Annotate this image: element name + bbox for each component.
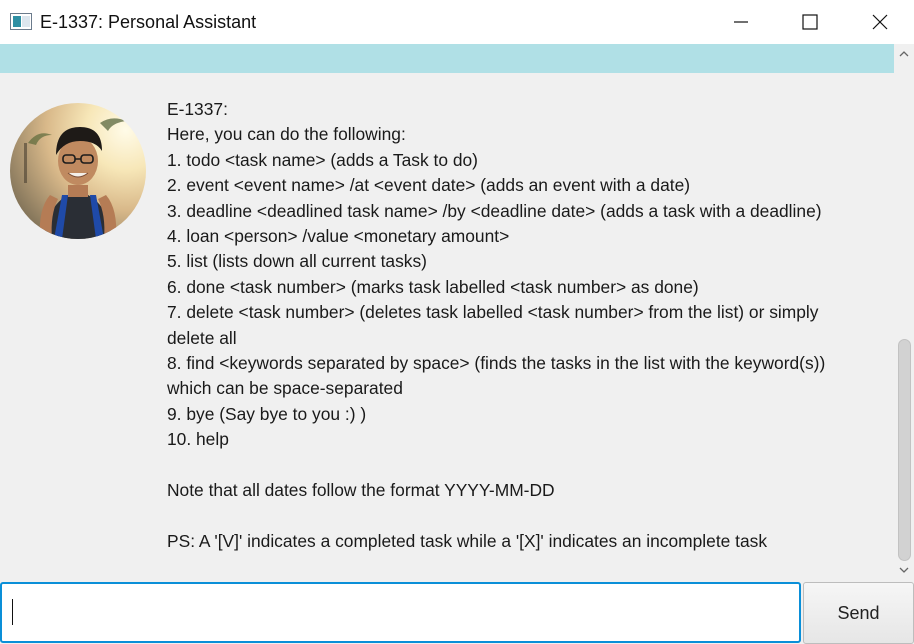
vertical-scrollbar[interactable]	[894, 44, 914, 580]
message-line: Here, you can do the following:	[167, 124, 406, 145]
chat-scroll-pane[interactable]: E-1337: Here, you can do the following: …	[0, 44, 914, 580]
message-line: 1. todo <task name> (adds a Task to do)	[167, 149, 478, 170]
send-button[interactable]: Send	[803, 582, 914, 644]
message-line: 3. deadline <deadlined task name> /by <d…	[167, 200, 822, 221]
chevron-up-icon	[899, 51, 909, 57]
input-row: Send	[0, 580, 914, 644]
message-input[interactable]	[0, 582, 801, 643]
previous-message-strip	[0, 44, 894, 73]
message-line: 6. done <task number> (marks task labell…	[167, 276, 699, 297]
scroll-thumb[interactable]	[898, 339, 911, 561]
message-line: delete all	[167, 327, 237, 348]
message-line: 8. find <keywords separated by space> (f…	[167, 353, 826, 374]
window-title: E-1337: Personal Assistant	[40, 12, 257, 32]
message-line: 4. loan <person> /value <monetary amount…	[167, 226, 510, 247]
title-bar: E-1337: Personal Assistant	[0, 0, 914, 44]
assistant-avatar	[10, 103, 146, 239]
message-line: 2. event <event name> /at <event date> (…	[167, 175, 691, 196]
maximize-button[interactable]	[787, 0, 833, 44]
message-line: 5. list (lists down all current tasks)	[167, 251, 427, 272]
chevron-down-icon	[899, 567, 909, 573]
assistant-message: E-1337: Here, you can do the following: …	[167, 97, 867, 554]
message-line: Note that all dates follow the format YY…	[167, 480, 555, 501]
close-icon	[872, 14, 888, 30]
message-line: 9. bye (Say bye to you :) )	[167, 403, 367, 424]
close-button[interactable]	[857, 0, 903, 44]
message-line: which can be space-separated	[167, 378, 403, 399]
app-icon	[10, 13, 32, 30]
minimize-icon	[734, 21, 748, 23]
message-line: E-1337:	[167, 99, 228, 119]
scroll-up-button[interactable]	[894, 46, 914, 62]
message-line: 7. delete <task number> (deletes task la…	[167, 302, 819, 323]
scroll-down-button[interactable]	[894, 562, 914, 578]
minimize-button[interactable]	[718, 0, 764, 44]
message-line: 10. help	[167, 429, 229, 450]
maximize-icon	[802, 14, 818, 30]
message-line: PS: A '[V]' indicates a completed task w…	[167, 530, 768, 551]
text-caret	[12, 599, 13, 625]
